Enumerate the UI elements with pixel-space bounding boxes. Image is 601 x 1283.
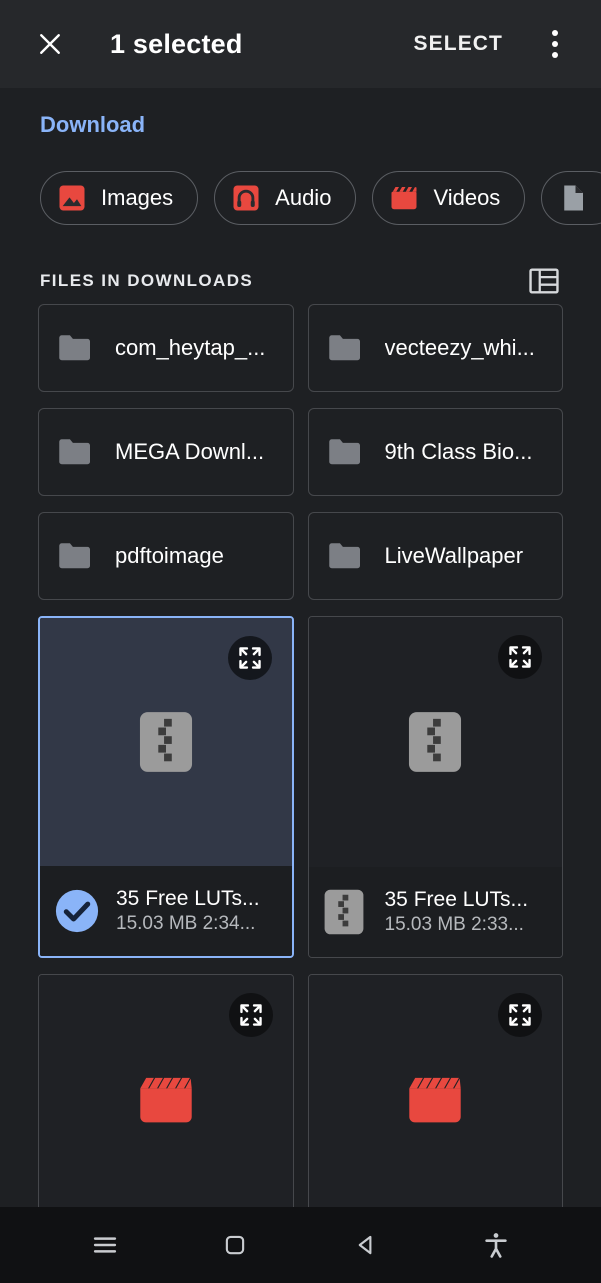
file-name: 35 Free LUTs...: [385, 888, 529, 911]
close-button[interactable]: [28, 22, 72, 66]
dot: [552, 30, 558, 36]
file-info: 35 Free LUTs... 15.03 MB 2:34...: [116, 886, 292, 937]
expand-icon[interactable]: [498, 993, 542, 1037]
file-name: 35 Free LUTs...: [116, 887, 260, 910]
folder-icon: [327, 333, 363, 363]
filter-chip-audio[interactable]: Audio: [214, 171, 356, 225]
folder-tile[interactable]: com_heytap_...: [38, 304, 294, 392]
folder-icon: [57, 541, 93, 571]
filter-chip-row: Images Audio Videos: [0, 150, 601, 236]
more-vertical-icon[interactable]: [531, 20, 579, 68]
file-thumbnail: [309, 617, 563, 867]
folder-icon: [327, 437, 363, 467]
clapperboard-icon: [389, 183, 419, 213]
files-grid: com_heytap_... vecteezy_whi... MEGA Down…: [0, 304, 601, 1283]
folder-icon: [327, 541, 363, 571]
list-view-icon[interactable]: [527, 264, 561, 298]
zip-file-icon: [323, 889, 369, 935]
filter-chip-label: Videos: [433, 185, 500, 211]
filter-chip-documents[interactable]: [541, 171, 601, 225]
folder-tile[interactable]: MEGA Downl...: [38, 408, 294, 496]
system-navigation-bar: [0, 1207, 601, 1283]
back-triangle-icon[interactable]: [336, 1215, 396, 1275]
select-button[interactable]: SELECT: [408, 24, 509, 64]
section-title: FILES IN DOWNLOADS: [40, 271, 253, 291]
page-title: 1 selected: [110, 29, 243, 60]
filter-chip-videos[interactable]: Videos: [372, 171, 525, 225]
folder-icon: [57, 333, 93, 363]
breadcrumb-item-download[interactable]: Download: [40, 112, 145, 138]
folder-name: pdftoimage: [115, 543, 224, 569]
folder-name: com_heytap_...: [115, 335, 265, 361]
file-card-selected[interactable]: 35 Free LUTs... 15.03 MB 2:34...: [38, 616, 294, 958]
folder-icon: [57, 437, 93, 467]
file-meta: 15.03 MB 2:34...: [116, 913, 255, 934]
folder-name: 9th Class Bio...: [385, 439, 533, 465]
file-picker-screen: 1 selected SELECT Download Images: [0, 0, 601, 1283]
file-caption: 35 Free LUTs... 15.03 MB 2:33...: [309, 867, 563, 957]
dot: [552, 52, 558, 58]
document-icon: [558, 183, 588, 213]
filter-chip-images[interactable]: Images: [40, 171, 198, 225]
expand-icon[interactable]: [498, 635, 542, 679]
zip-file-icon: [408, 711, 462, 773]
headphones-icon: [231, 183, 261, 213]
section-header: FILES IN DOWNLOADS: [0, 236, 601, 304]
recents-menu-icon[interactable]: [75, 1215, 135, 1275]
expand-icon[interactable]: [228, 636, 272, 680]
file-meta: 15.03 MB 2:33...: [385, 914, 524, 935]
folder-tile[interactable]: pdftoimage: [38, 512, 294, 600]
expand-icon[interactable]: [229, 993, 273, 1037]
image-icon: [57, 183, 87, 213]
accessibility-icon[interactable]: [466, 1215, 526, 1275]
file-thumbnail: [309, 975, 563, 1225]
folder-tile[interactable]: vecteezy_whi...: [308, 304, 564, 392]
file-card[interactable]: 35 Free LUTs... 15.03 MB 2:33...: [308, 616, 564, 958]
file-thumbnail: [40, 618, 292, 866]
folder-name: MEGA Downl...: [115, 439, 264, 465]
clapperboard-icon: [404, 1073, 466, 1127]
close-icon: [35, 29, 65, 59]
breadcrumb: Download: [0, 88, 601, 150]
file-info: 35 Free LUTs... 15.03 MB 2:33...: [385, 887, 563, 938]
home-square-icon[interactable]: [205, 1215, 265, 1275]
zip-file-icon: [139, 711, 193, 773]
file-thumbnail: [39, 975, 293, 1225]
dot: [552, 41, 558, 47]
clapperboard-icon: [135, 1073, 197, 1127]
filter-chip-label: Audio: [275, 185, 331, 211]
top-app-bar: 1 selected SELECT: [0, 0, 601, 88]
folder-name: vecteezy_whi...: [385, 335, 535, 361]
check-circle-icon[interactable]: [54, 888, 100, 934]
filter-chip-label: Images: [101, 185, 173, 211]
folder-tile[interactable]: 9th Class Bio...: [308, 408, 564, 496]
folder-name: LiveWallpaper: [385, 543, 524, 569]
folder-tile[interactable]: LiveWallpaper: [308, 512, 564, 600]
file-caption: 35 Free LUTs... 15.03 MB 2:34...: [40, 866, 292, 956]
